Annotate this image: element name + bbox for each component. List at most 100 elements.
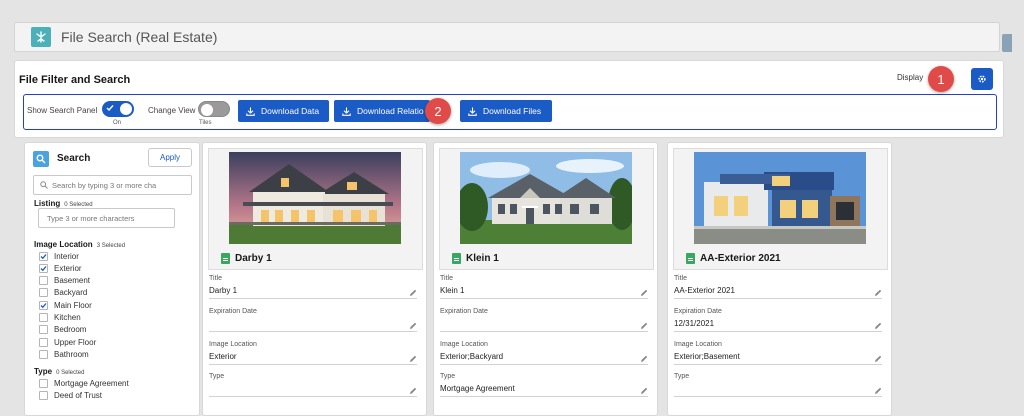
location-label: Image Location bbox=[209, 341, 257, 348]
checkbox-label: Main Floor bbox=[54, 300, 92, 310]
location-label: Image Location bbox=[440, 341, 488, 348]
pencil-icon[interactable] bbox=[874, 355, 882, 363]
location-value: Exterior;Basement bbox=[674, 352, 740, 361]
pencil-icon[interactable] bbox=[409, 387, 417, 395]
title-value: Klein 1 bbox=[440, 286, 465, 295]
pencil-icon[interactable] bbox=[640, 355, 648, 363]
control-bar: Show Search Panel On Change View Tiles D… bbox=[23, 94, 997, 130]
download-files-button[interactable]: Download Files bbox=[460, 100, 552, 122]
pencil-icon[interactable] bbox=[874, 322, 882, 330]
type-label: Type bbox=[674, 373, 690, 380]
document-icon bbox=[452, 253, 461, 264]
checkbox-option[interactable]: Interior bbox=[39, 250, 79, 262]
checkbox-unchecked[interactable] bbox=[39, 325, 48, 335]
app-title: File Search (Real Estate) bbox=[61, 29, 218, 45]
file-card[interactable]: Klein 1 Title Klein 1 Expiration Date Im… bbox=[433, 142, 658, 416]
filter-panel: File Filter and Search Displays Show Sea… bbox=[14, 60, 1004, 138]
checkbox-label: Basement bbox=[54, 276, 91, 286]
card-title[interactable]: Darby 1 bbox=[235, 253, 272, 264]
image-location-heading: Image Location 3 Selected bbox=[34, 240, 126, 249]
checkbox-label: Interior bbox=[54, 251, 79, 261]
change-view-label: Change View bbox=[148, 106, 196, 115]
panel-title: File Filter and Search bbox=[19, 74, 131, 86]
type-label: Type bbox=[209, 373, 225, 380]
type-heading: Type 0 Selected bbox=[34, 367, 85, 376]
checkbox-unchecked[interactable] bbox=[39, 378, 48, 388]
checkbox-option[interactable]: Mortgage Agreement bbox=[39, 377, 129, 389]
show-search-panel-toggle[interactable] bbox=[102, 101, 134, 117]
checkbox-option[interactable]: Exterior bbox=[39, 262, 82, 274]
search-input[interactable]: Search by typing 3 or more cha bbox=[33, 175, 192, 195]
expiration-label: Expiration Date bbox=[209, 308, 257, 315]
checkbox-unchecked[interactable] bbox=[39, 390, 48, 400]
change-view-toggle[interactable] bbox=[198, 101, 230, 117]
checkbox-option[interactable]: Kitchen bbox=[39, 312, 81, 324]
callout-badge-1: 1 bbox=[928, 66, 954, 92]
title-label: Title bbox=[674, 275, 687, 282]
pencil-icon[interactable] bbox=[874, 289, 882, 297]
checkbox-label: Backyard bbox=[54, 288, 88, 298]
card-title-row: Klein 1 bbox=[452, 253, 499, 264]
location-label: Image Location bbox=[674, 341, 722, 348]
app-logo-icon bbox=[31, 27, 51, 47]
card-header: AA-Exterior 2021 bbox=[673, 148, 888, 270]
apply-button[interactable]: Apply bbox=[148, 148, 192, 167]
checkbox-unchecked[interactable] bbox=[39, 337, 48, 347]
card-title[interactable]: AA-Exterior 2021 bbox=[700, 253, 781, 264]
card-header: Klein 1 bbox=[439, 148, 654, 270]
checkbox-option[interactable]: Bathroom bbox=[39, 348, 89, 360]
checkbox-option[interactable]: Backyard bbox=[39, 287, 87, 299]
checkbox-option[interactable]: Bedroom bbox=[39, 324, 86, 336]
document-icon bbox=[686, 253, 695, 264]
house-thumbnail[interactable] bbox=[460, 152, 632, 244]
checkbox-option[interactable]: Main Floor bbox=[39, 299, 92, 311]
app-header: File Search (Real Estate) bbox=[14, 22, 1000, 52]
search-icon bbox=[40, 181, 48, 189]
file-card[interactable]: Darby 1 Title Darby 1 Expiration Date Im… bbox=[202, 142, 427, 416]
pencil-icon[interactable] bbox=[640, 387, 648, 395]
pencil-icon[interactable] bbox=[640, 289, 648, 297]
type-value: Mortgage Agreement bbox=[440, 384, 515, 393]
checkbox-option[interactable]: Deed of Trust bbox=[39, 389, 102, 401]
title-label: Title bbox=[209, 275, 222, 282]
file-card[interactable]: AA-Exterior 2021 Title AA-Exterior 2021 … bbox=[667, 142, 892, 416]
expiration-label: Expiration Date bbox=[440, 308, 488, 315]
listing-input[interactable]: Type 3 or more characters bbox=[38, 208, 175, 228]
gear-icon bbox=[978, 75, 986, 83]
checkbox-unchecked[interactable] bbox=[39, 288, 48, 298]
download-data-button[interactable]: Download Data bbox=[238, 100, 329, 122]
checkbox-option[interactable]: Basement bbox=[39, 275, 90, 287]
house-thumbnail[interactable] bbox=[229, 152, 401, 244]
checkbox-checked[interactable] bbox=[39, 251, 48, 261]
listing-heading: Listing 0 Selected bbox=[34, 199, 93, 208]
checkbox-option[interactable]: Upper Floor bbox=[39, 336, 96, 348]
title-label: Title bbox=[440, 275, 453, 282]
collapse-handle[interactable] bbox=[1002, 34, 1012, 52]
toggle-state-on: On bbox=[113, 120, 122, 126]
search-panel: Search Apply Search by typing 3 or more … bbox=[24, 142, 200, 416]
location-value: Exterior bbox=[209, 352, 237, 361]
download-relations-button[interactable]: Download Relatio bbox=[334, 100, 430, 122]
check-icon bbox=[106, 105, 114, 112]
pencil-icon[interactable] bbox=[409, 322, 417, 330]
card-title-row: Darby 1 bbox=[221, 253, 272, 264]
house-thumbnail[interactable] bbox=[694, 152, 866, 244]
checkbox-unchecked[interactable] bbox=[39, 276, 48, 286]
pencil-icon[interactable] bbox=[874, 387, 882, 395]
pencil-icon[interactable] bbox=[640, 322, 648, 330]
title-value: AA-Exterior 2021 bbox=[674, 286, 735, 295]
checkbox-unchecked[interactable] bbox=[39, 313, 48, 322]
settings-button[interactable] bbox=[971, 68, 993, 90]
checkbox-label: Bedroom bbox=[54, 325, 87, 335]
pencil-icon[interactable] bbox=[409, 355, 417, 363]
callout-badge-2: 2 bbox=[425, 98, 451, 124]
search-title: Search bbox=[57, 153, 91, 164]
checkbox-label: Kitchen bbox=[54, 313, 81, 322]
card-header: Darby 1 bbox=[208, 148, 423, 270]
checkbox-checked[interactable] bbox=[39, 263, 48, 273]
card-title[interactable]: Klein 1 bbox=[466, 253, 499, 264]
checkbox-unchecked[interactable] bbox=[39, 349, 48, 359]
checkbox-checked[interactable] bbox=[39, 300, 48, 310]
expiration-value: 12/31/2021 bbox=[674, 319, 715, 328]
pencil-icon[interactable] bbox=[409, 289, 417, 297]
